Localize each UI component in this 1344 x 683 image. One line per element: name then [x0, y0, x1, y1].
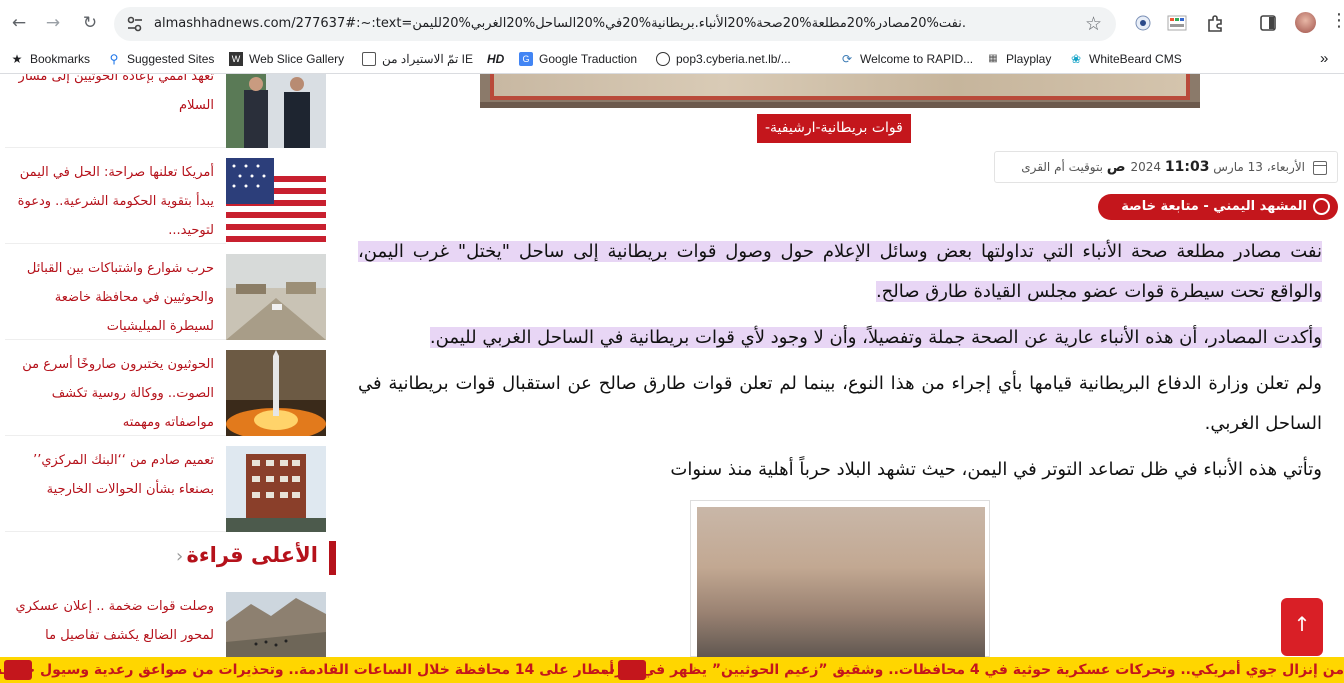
article-area: قوات بريطانية-ارشيفية- الأربعاء، 13 مارس… [348, 74, 1344, 657]
translate-icon: G [519, 52, 533, 66]
side-panel-icon[interactable] [1258, 13, 1278, 33]
date-box: الأربعاء، 13 مارس 2024 11:03 ص بتوقيت أم… [994, 151, 1338, 183]
slice-icon: W [229, 52, 243, 66]
article-body: نفت مصادر مطلعة صحة الأنباء التي تداولته… [358, 232, 1322, 496]
ticker-logo-icon [618, 660, 646, 680]
news-title[interactable]: تعهد أممي بإعادة الحوثيين إلى مسار السلا… [8, 74, 214, 120]
invid-extension-icon[interactable] [1167, 13, 1187, 33]
bookmark-item[interactable]: ★ Bookmarks [10, 52, 90, 66]
web-page: تعهد أممي بإعادة الحوثيين إلى مسار السلا… [0, 74, 1344, 657]
news-thumbnail[interactable] [226, 592, 326, 657]
news-title[interactable]: أمريكا تعلنها صراحة: الحل في اليمن يبدأ … [8, 158, 214, 245]
list-item[interactable]: أمريكا تعلنها صراحة: الحل في اليمن يبدأ … [5, 158, 326, 244]
news-title[interactable]: تعميم صادم من ‘‘البنك المركزي’’ بصنعاء ب… [8, 446, 214, 504]
search-icon: ⚲ [109, 52, 119, 66]
paragraph: وأكدت المصادر، أن هذه الأنباء عارية عن ا… [429, 327, 1322, 348]
bookmarks-bar: ★ Bookmarks ⚲ Suggested Sites W Web Slice G… [0, 47, 1344, 74]
forward-icon[interactable]: → [42, 12, 64, 34]
article-date: الأربعاء، 13 مارس 2024 [1130, 160, 1305, 174]
bookmark-item[interactable]: pop3.cyberia.net.lb/... [656, 52, 791, 66]
news-thumbnail[interactable] [226, 350, 326, 436]
profile-avatar[interactable] [1295, 12, 1316, 33]
news-thumbnail[interactable] [226, 446, 326, 532]
whitebeard-icon: ❀ [1070, 52, 1082, 66]
bookmark-star-icon[interactable]: ☆ [1085, 13, 1102, 35]
bookmark-item[interactable]: ❀ WhiteBeard CMS [1069, 52, 1182, 66]
section-title[interactable]: الأعلى قراءة [187, 543, 318, 567]
bookmark-item[interactable]: G Google Traduction [519, 52, 637, 66]
scroll-top-button[interactable]: ↑ [1281, 598, 1323, 656]
back-icon[interactable]: ← [8, 12, 30, 34]
news-title[interactable]: وصلت قوات ضخمة .. إعلان عسكري لمحور الضا… [8, 592, 214, 650]
sidebar: تعهد أممي بإعادة الحوثيين إلى مسار السلا… [0, 74, 336, 657]
arrow-up-icon: ↑ [1293, 612, 1311, 636]
most-read-header[interactable]: الأعلى قراءة › [160, 540, 336, 576]
ad-image[interactable] [690, 500, 990, 657]
list-item[interactable]: وصلت قوات ضخمة .. إعلان عسكري لمحور الضا… [5, 592, 326, 657]
news-thumbnail[interactable] [226, 74, 326, 148]
paragraph: ولم تعلن وزارة الدفاع البريطانية قيامها … [358, 373, 1322, 434]
news-title[interactable]: حرب شوارع واشتباكات بين القبائل والحوثيي… [8, 254, 214, 341]
list-item[interactable]: تعهد أممي بإعادة الحوثيين إلى مسار السلا… [5, 74, 326, 148]
address-bar[interactable]: almashhadnews.com/277637#:~:text=نفت%20م… [114, 7, 1116, 41]
ticker-item[interactable]: أمطار على 14 محافظة خلال الساعات القادمة… [0, 657, 614, 683]
image-caption: قوات بريطانية-ارشيفية- [757, 114, 911, 143]
section-bar [329, 541, 336, 575]
timezone-label: بتوقيت أم القرى [1021, 160, 1103, 174]
bookmark-item[interactable]: HD [487, 52, 504, 66]
paragraph: نفت مصادر مطلعة صحة الأنباء التي تداولته… [358, 241, 1322, 302]
menu-dots-icon[interactable]: ⋮ [1330, 10, 1344, 31]
url-text[interactable]: almashhadnews.com/277637#:~:text=نفت%20م… [154, 16, 966, 31]
news-title[interactable]: الحوثيون يختبرون صاروخًا أسرع من الصوت..… [8, 350, 214, 437]
author-badge[interactable]: المشهد اليمني - متابعة خاصة [1098, 194, 1338, 220]
list-item[interactable]: الحوثيون يختبرون صاروخًا أسرع من الصوت..… [5, 350, 326, 436]
bookmark-item[interactable]: ▦ Playplay [986, 52, 1051, 66]
reload-icon[interactable]: ↻ [79, 12, 101, 34]
news-thumbnail[interactable] [226, 254, 326, 340]
news-ticker[interactable]: من إنزال جوي أمريكي.. وتحركات عسكرية حوث… [0, 657, 1344, 683]
ticker-logo-icon [4, 660, 32, 680]
extensions-puzzle-icon[interactable] [1205, 13, 1225, 33]
rapid-icon: ⟳ [841, 52, 853, 66]
list-item[interactable]: حرب شوارع واشتباكات بين القبائل والحوثيي… [5, 254, 326, 340]
folder-icon [362, 52, 376, 66]
hd-icon: HD [487, 52, 505, 66]
ticker-item[interactable]: من إنزال جوي أمريكي.. وتحركات عسكرية حوث… [601, 657, 1344, 683]
hero-image [480, 74, 1200, 108]
bookmark-item[interactable]: ⟳ Welcome to RAPID... [840, 52, 973, 66]
bookmark-item[interactable]: W Web Slice Gallery [229, 52, 344, 66]
user-icon [1313, 198, 1330, 215]
calendar-icon [1313, 160, 1327, 175]
chevron-right-icon[interactable]: › [176, 546, 183, 567]
site-settings-icon[interactable] [126, 15, 144, 33]
more-bookmarks-icon[interactable]: » [1320, 50, 1328, 67]
list-item[interactable]: تعميم صادم من ‘‘البنك المركزي’’ بصنعاء ب… [5, 446, 326, 532]
globe-icon [656, 52, 670, 66]
browser-toolbar: ← → ↻ almashhadnews.com/277637#:~:text=ن… [0, 0, 1344, 47]
bookmark-item[interactable]: ⚲ Suggested Sites [107, 52, 215, 66]
playplay-icon: ▦ [988, 53, 998, 64]
bookmark-item[interactable]: تمّ الاستيراد من IE [362, 52, 473, 66]
author-name: المشهد اليمني - متابعة خاصة [1121, 199, 1307, 214]
star-icon: ★ [11, 52, 23, 66]
news-thumbnail[interactable] [226, 158, 326, 244]
extension-eye-icon[interactable] [1133, 13, 1153, 33]
paragraph: وتأتي هذه الأنباء في ظل تصاعد التوتر في … [670, 459, 1322, 480]
